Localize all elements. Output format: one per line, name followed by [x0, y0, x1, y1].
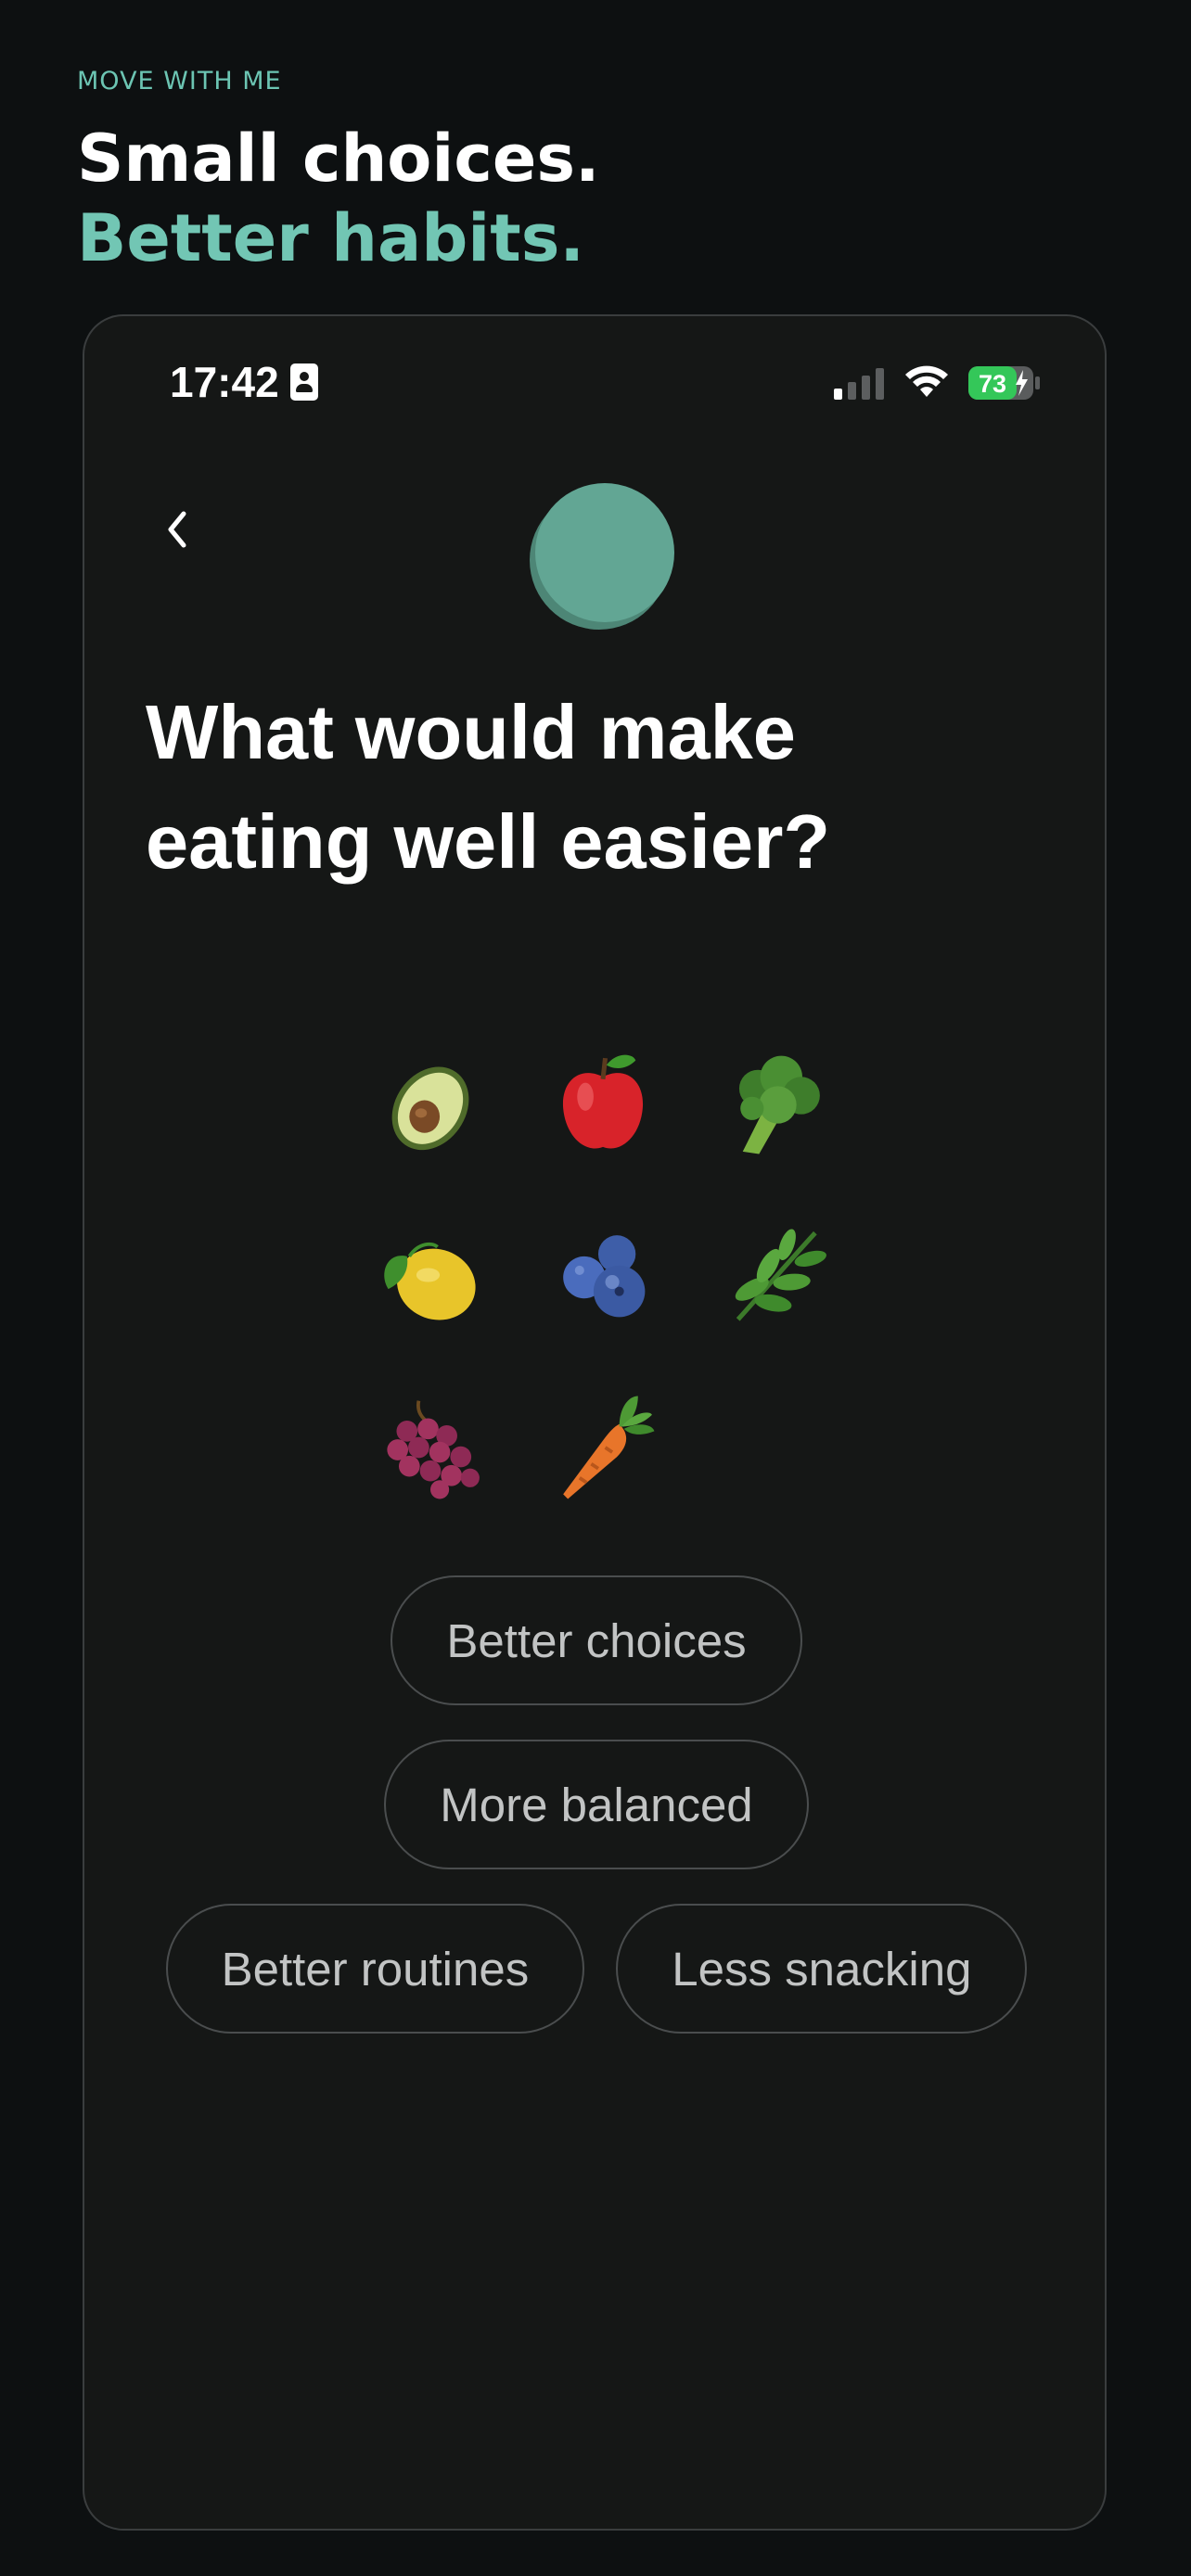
option-less-snacking[interactable]: Less snacking — [616, 1904, 1028, 2034]
option-better-choices[interactable]: Better choices — [391, 1575, 802, 1705]
cellular-signal-icon — [834, 368, 884, 400]
option-more-balanced[interactable]: More balanced — [384, 1740, 809, 1869]
eyebrow: MOVE WITH ME — [77, 67, 282, 96]
answer-options: Better choices More balanced Better rout… — [84, 1575, 1105, 2068]
status-time-group: 17:42 — [170, 357, 318, 407]
lemon-icon — [344, 1189, 517, 1361]
headline-line-2: Better habits. — [77, 200, 585, 276]
food-emoji-grid — [344, 1016, 864, 1534]
broccoli-icon — [689, 1016, 862, 1189]
apple-icon — [517, 1016, 689, 1189]
option-better-routines[interactable]: Better routines — [165, 1904, 585, 2034]
avocado-icon — [344, 1016, 517, 1189]
avatar — [530, 483, 674, 630]
battery-level: 73 — [979, 370, 1006, 398]
battery-charging-icon: 73 — [967, 364, 1042, 402]
contact-card-icon — [289, 363, 318, 401]
headline: Small choices. Better habits. — [77, 119, 600, 278]
status-time: 17:42 — [170, 358, 279, 406]
grapes-icon — [344, 1361, 517, 1534]
headline-line-1: Small choices. — [77, 121, 600, 197]
wifi-icon — [905, 365, 948, 397]
chevron-left-icon — [168, 511, 186, 548]
question-title: What would make eating well easier? — [146, 689, 831, 885]
herb-icon — [689, 1189, 862, 1361]
back-button[interactable] — [149, 502, 205, 557]
carrot-icon — [517, 1361, 689, 1534]
blueberries-icon — [517, 1189, 689, 1361]
phone-frame: 17:42 73 What would make eating well eas… — [83, 314, 1107, 2531]
